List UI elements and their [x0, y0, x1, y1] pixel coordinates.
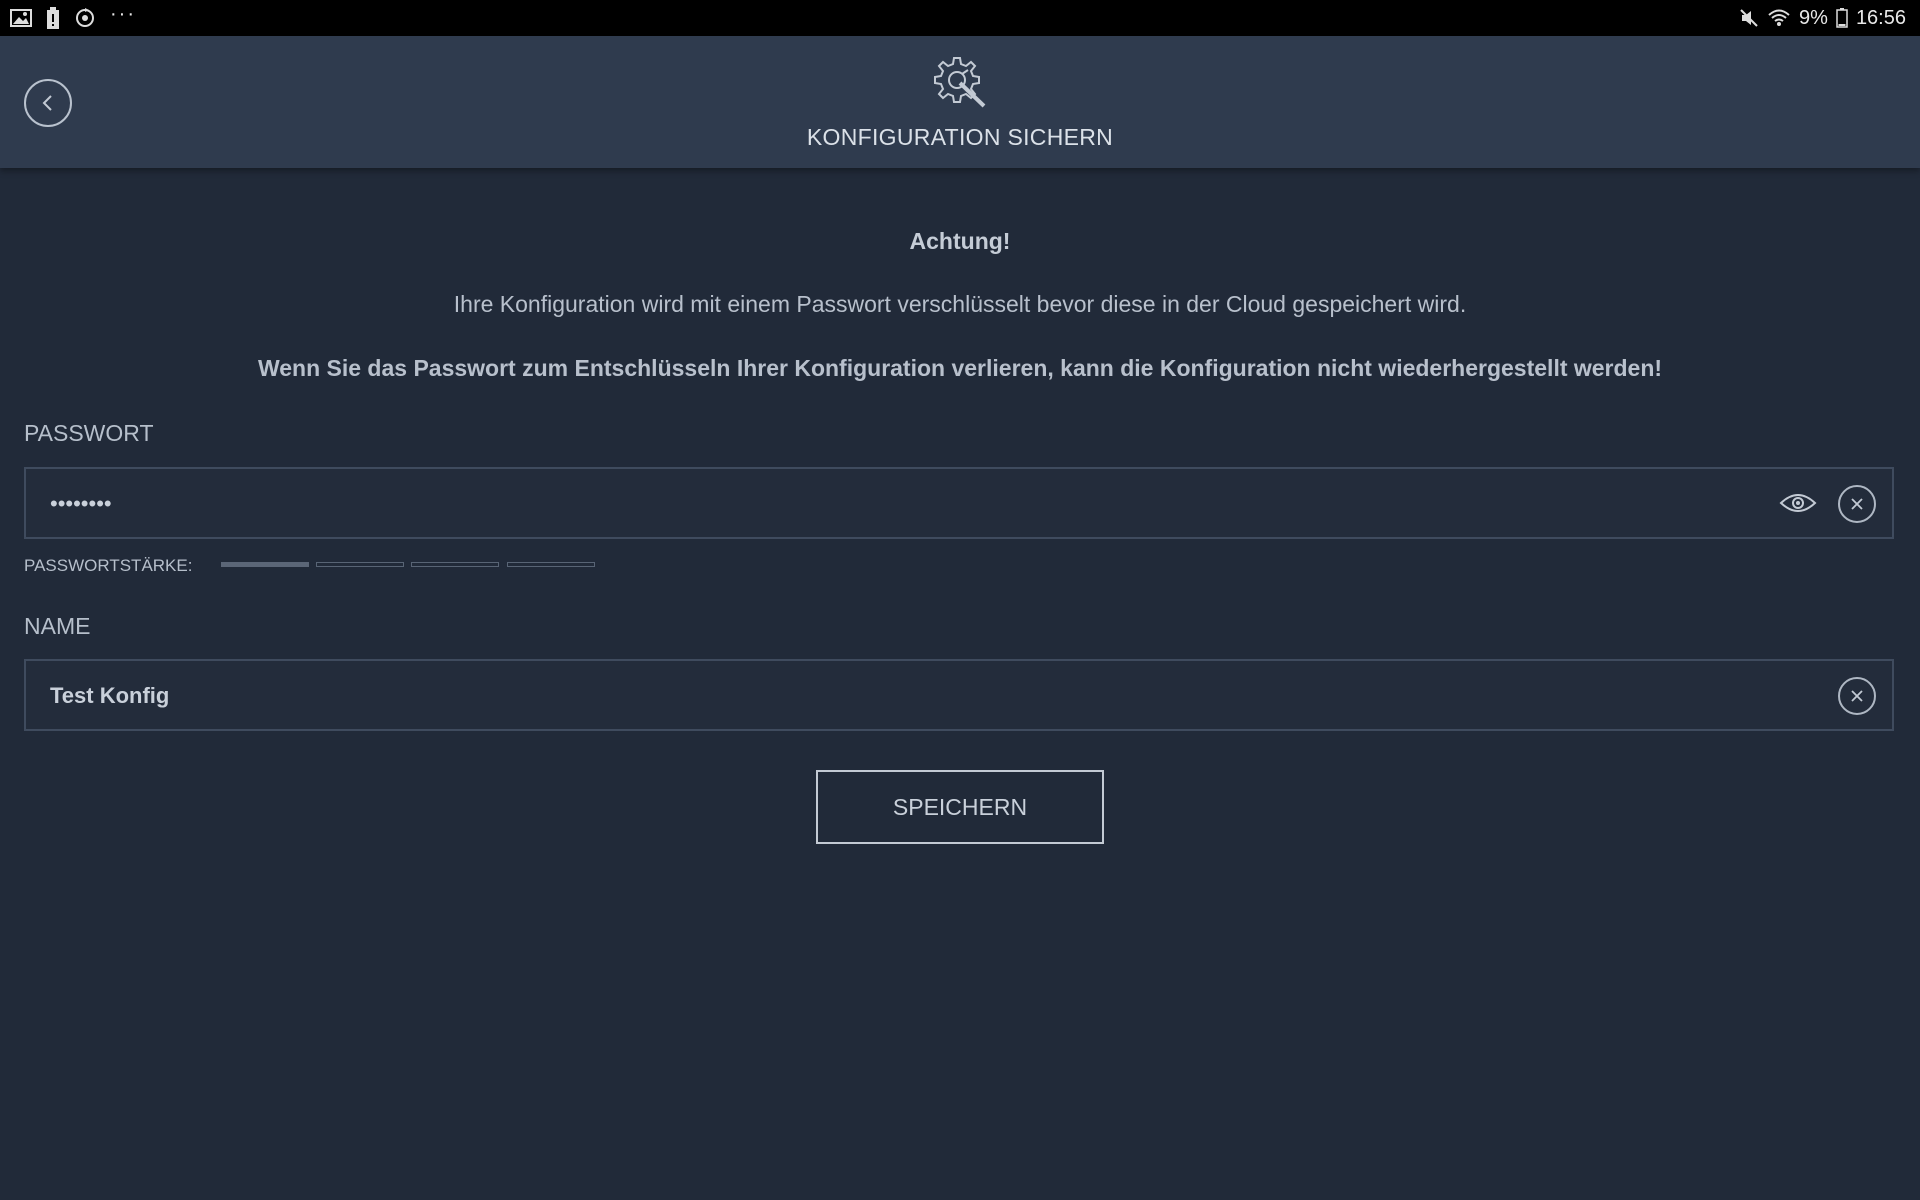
gallery-icon: [10, 8, 32, 28]
close-icon: [1849, 688, 1865, 704]
app-header: KONFIGURATION SICHERN: [0, 36, 1920, 168]
strength-segment: [316, 562, 404, 567]
password-field[interactable]: ••••••••: [24, 467, 1894, 539]
clock: 16:56: [1855, 6, 1906, 29]
wifi-icon: [1767, 8, 1791, 28]
strength-segment: [507, 562, 595, 567]
warning-bold-text: Wenn Sie das Passwort zum Entschlüsseln …: [257, 355, 1663, 381]
password-strength-label: PASSWORTSTÄRKE:: [24, 556, 193, 575]
show-password-button[interactable]: [1778, 488, 1818, 518]
strength-segment: [221, 562, 309, 567]
name-value: Test Konfig: [50, 683, 170, 708]
close-icon: [1849, 496, 1865, 512]
battery-icon: [1836, 8, 1848, 28]
mute-icon: [1739, 8, 1759, 28]
gear-wrench-icon: [926, 52, 990, 112]
password-value: ••••••••: [50, 491, 112, 516]
sync-icon: [74, 7, 96, 29]
back-chevron-icon: [38, 93, 58, 113]
clear-password-button[interactable]: [1838, 485, 1876, 523]
password-label: PASSWORT: [24, 420, 154, 446]
battery-percent: 9%: [1799, 6, 1828, 29]
back-button[interactable]: [24, 79, 72, 127]
clear-name-button[interactable]: [1838, 677, 1876, 715]
name-label: NAME: [24, 613, 91, 639]
battery-alert-icon: [46, 7, 60, 29]
warning-title: Achtung!: [909, 228, 1011, 254]
page-title: KONFIGURATION SICHERN: [806, 124, 1114, 150]
name-field[interactable]: Test Konfig: [24, 659, 1894, 731]
status-bar: ··· 9% 16:56: [0, 0, 1920, 36]
save-button[interactable]: SPEICHERN: [816, 770, 1104, 844]
eye-icon: [1779, 491, 1817, 515]
warning-text: Ihre Konfiguration wird mit einem Passwo…: [453, 291, 1467, 317]
strength-segment: [411, 562, 499, 567]
more-notifications: ···: [110, 3, 136, 25]
